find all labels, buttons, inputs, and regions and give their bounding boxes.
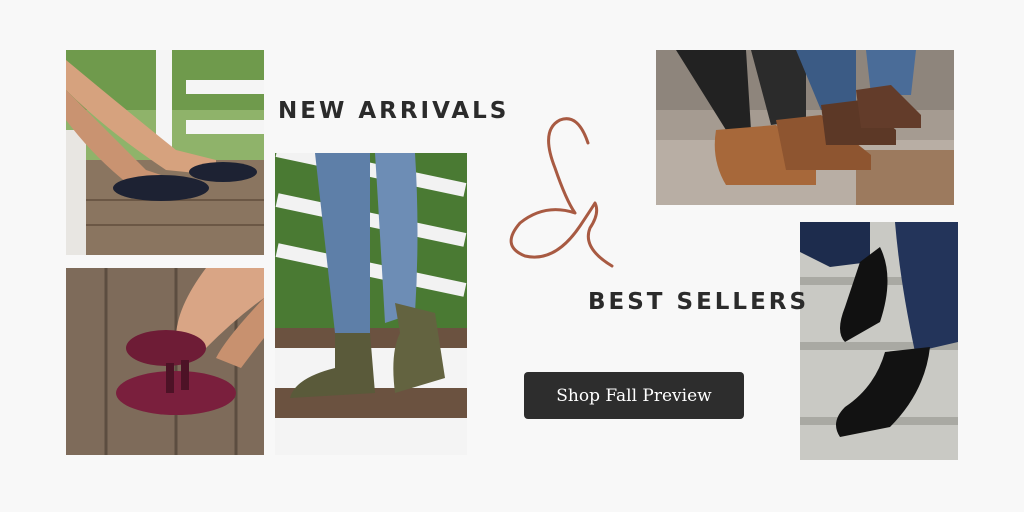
photo-brown-clogs[interactable] [656,50,954,205]
photo-black-slip-ons[interactable] [800,222,958,460]
best-sellers-heading: BEST SELLERS [588,289,810,315]
photo-navy-flats[interactable] [66,50,264,255]
new-arrivals-heading: NEW ARRIVALS [278,98,510,124]
shop-fall-preview-button[interactable]: Shop Fall Preview [524,372,744,419]
photo-olive-ankle-boots[interactable] [275,153,467,455]
ampersand-ornament [509,117,614,268]
photo-burgundy-mary-janes[interactable] [66,268,264,455]
